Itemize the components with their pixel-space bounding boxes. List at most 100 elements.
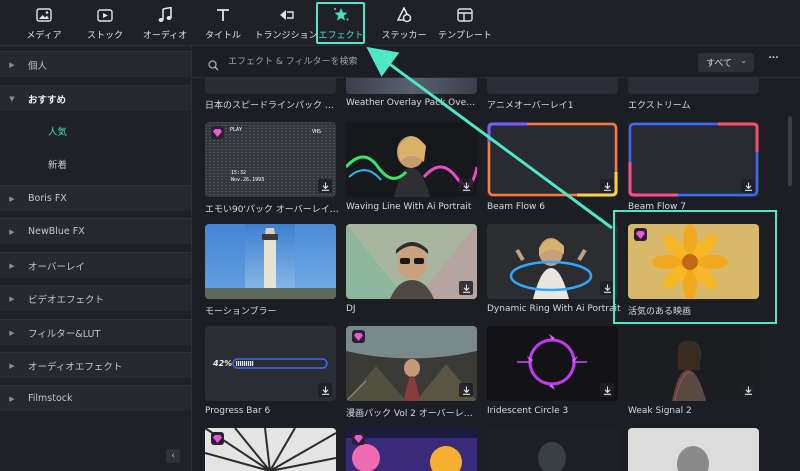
sidebar-item-filter-lut[interactable]: ▶ フィルター&LUT (0, 319, 191, 345)
tab-audio[interactable]: オーディオ (140, 6, 190, 44)
chevron-right-icon: ▶ (9, 227, 15, 236)
card-caption[interactable]: アニメオーバーレイ1 (487, 98, 618, 111)
tab-media-label: メディア (26, 31, 62, 41)
chevron-right-icon: ▶ (9, 294, 15, 303)
card-thumbnail (487, 122, 618, 197)
sidebar-item-label: Filmstock (28, 393, 73, 404)
search-bar: すべて ⌄ ··· (192, 46, 800, 78)
progress-segment (248, 361, 250, 366)
title-t-icon (216, 6, 230, 24)
media-icon (36, 6, 52, 24)
card-caption[interactable]: エクストリーム (628, 98, 759, 111)
collapse-sidebar-button[interactable]: ‹ (166, 449, 180, 463)
card-thumbnail-partial[interactable] (628, 78, 759, 94)
category-sidebar: ▶ 個人 ▼ おすすめ 人気 新着 ▶ Boris FX ▶ NewBlue F… (0, 46, 192, 471)
chevron-right-icon: ▶ (9, 261, 15, 270)
card-caption: モーションブラー (205, 307, 277, 317)
top-toolbar: メディア ストック オーディオ タイトル トランジション エフェクト ステッカー… (0, 0, 800, 46)
chevron-right-icon: ▶ (9, 394, 15, 403)
sticker-icon (396, 6, 412, 24)
progress-segment (242, 361, 244, 366)
download-icon[interactable] (741, 383, 755, 397)
scrollbar-thumb[interactable] (788, 116, 792, 186)
download-icon[interactable] (318, 179, 332, 193)
card-thumbnail (346, 122, 477, 197)
download-icon[interactable] (600, 281, 614, 295)
premium-gem-icon (211, 126, 224, 139)
tab-media[interactable]: メディア (22, 6, 66, 44)
card-thumbnail (628, 122, 759, 197)
vhs-play-text: PLAY (230, 127, 242, 133)
search-input[interactable] (228, 54, 528, 70)
sidebar-item-new[interactable]: 新着 (0, 151, 191, 177)
download-icon[interactable] (459, 179, 473, 193)
chevron-right-icon: ▶ (9, 328, 15, 337)
download-icon[interactable] (318, 383, 332, 397)
progress-segment (236, 361, 238, 366)
chevron-right-icon: ▶ (9, 361, 15, 370)
filter-dropdown-value: すべて (706, 59, 733, 69)
tab-title[interactable]: タイトル (201, 6, 245, 44)
card-caption: Dynamic Ring With Ai Portrait (487, 304, 621, 314)
card-thumbnail: 42% (205, 326, 336, 401)
card-thumbnail (346, 428, 477, 471)
card-thumbnail: PLAY VHS 15:32 Nov.26.1993 (205, 122, 336, 197)
effects-tab-highlight-box (316, 2, 365, 44)
card-thumbnail (487, 224, 618, 299)
sidebar-item-personal[interactable]: ▶ 個人 (0, 51, 191, 77)
sidebar-item-label: おすすめ (28, 94, 67, 106)
chevron-right-icon: ▶ (9, 60, 15, 69)
card-caption: Iridescent Circle 3 (487, 406, 569, 416)
download-icon[interactable] (741, 179, 755, 193)
sidebar-item-label: オーバーレイ (28, 261, 85, 273)
download-icon[interactable] (600, 179, 614, 193)
tab-transition-label: トランジション (254, 31, 318, 41)
premium-gem-icon (211, 432, 224, 445)
tab-template[interactable]: テンプレート (436, 6, 494, 44)
card-caption[interactable]: 日本のスピードラインパック オー… (205, 98, 336, 111)
download-icon[interactable] (600, 383, 614, 397)
progress-segment (246, 361, 248, 366)
card-thumbnail (346, 326, 477, 401)
sidebar-item-overlay[interactable]: ▶ オーバーレイ (0, 252, 191, 278)
sidebar-item-video-effects[interactable]: ▶ ビデオエフェクト (0, 285, 191, 311)
effects-browser: すべて ⌄ ··· 日本のスピードラインパック オー… Weather Over… (192, 46, 800, 471)
progress-percent-text: 42% (212, 359, 232, 368)
sidebar-item-filmstock[interactable]: ▶ Filmstock (0, 385, 191, 411)
tab-stock[interactable]: ストック (83, 6, 127, 44)
download-icon[interactable] (459, 281, 473, 295)
more-options-button[interactable]: ··· (764, 51, 782, 70)
tab-sticker[interactable]: ステッカー (378, 6, 430, 44)
progress-segment (252, 361, 254, 366)
tab-transition[interactable]: トランジション (254, 6, 318, 44)
sidebar-item-newblue-fx[interactable]: ▶ NewBlue FX (0, 218, 191, 244)
sidebar-item-label: 個人 (28, 60, 48, 72)
card-thumbnail (205, 428, 336, 471)
card-thumbnail-partial[interactable] (487, 78, 618, 94)
sidebar-item-boris-fx[interactable]: ▶ Boris FX (0, 185, 191, 211)
sidebar-item-recommended[interactable]: ▼ おすすめ (0, 85, 191, 111)
sidebar-item-popular[interactable]: 人気 (0, 118, 191, 144)
tab-audio-label: オーディオ (142, 31, 188, 41)
card-thumbnail-partial[interactable] (205, 78, 336, 94)
download-icon[interactable] (459, 383, 473, 397)
sidebar-item-label: 人気 (48, 127, 68, 138)
sidebar-item-label: 新着 (48, 160, 68, 171)
vhs-date-text: Nov.26.1993 (231, 177, 264, 183)
chevron-left-icon: ‹ (171, 451, 175, 461)
sidebar-item-label: ビデオエフェクト (28, 294, 105, 306)
card-thumbnail (628, 326, 759, 401)
transition-icon (277, 6, 295, 24)
card-thumbnail-partial[interactable] (346, 78, 477, 94)
progress-segment (240, 361, 242, 366)
sidebar-item-audio-effects[interactable]: ▶ オーディオエフェクト (0, 352, 191, 378)
search-icon (208, 56, 219, 75)
chevron-down-icon: ▼ (9, 94, 15, 103)
vhs-label-text: VHS (312, 129, 321, 135)
filter-dropdown[interactable]: すべて ⌄ (698, 53, 754, 72)
card-caption: Waving Line With Ai Portrait (346, 202, 472, 212)
card-thumbnail (487, 428, 618, 471)
card-caption[interactable]: Weather Overlay Pack Overl… (346, 98, 477, 108)
vhs-time-text: 15:32 (231, 170, 246, 176)
template-icon (457, 6, 473, 24)
